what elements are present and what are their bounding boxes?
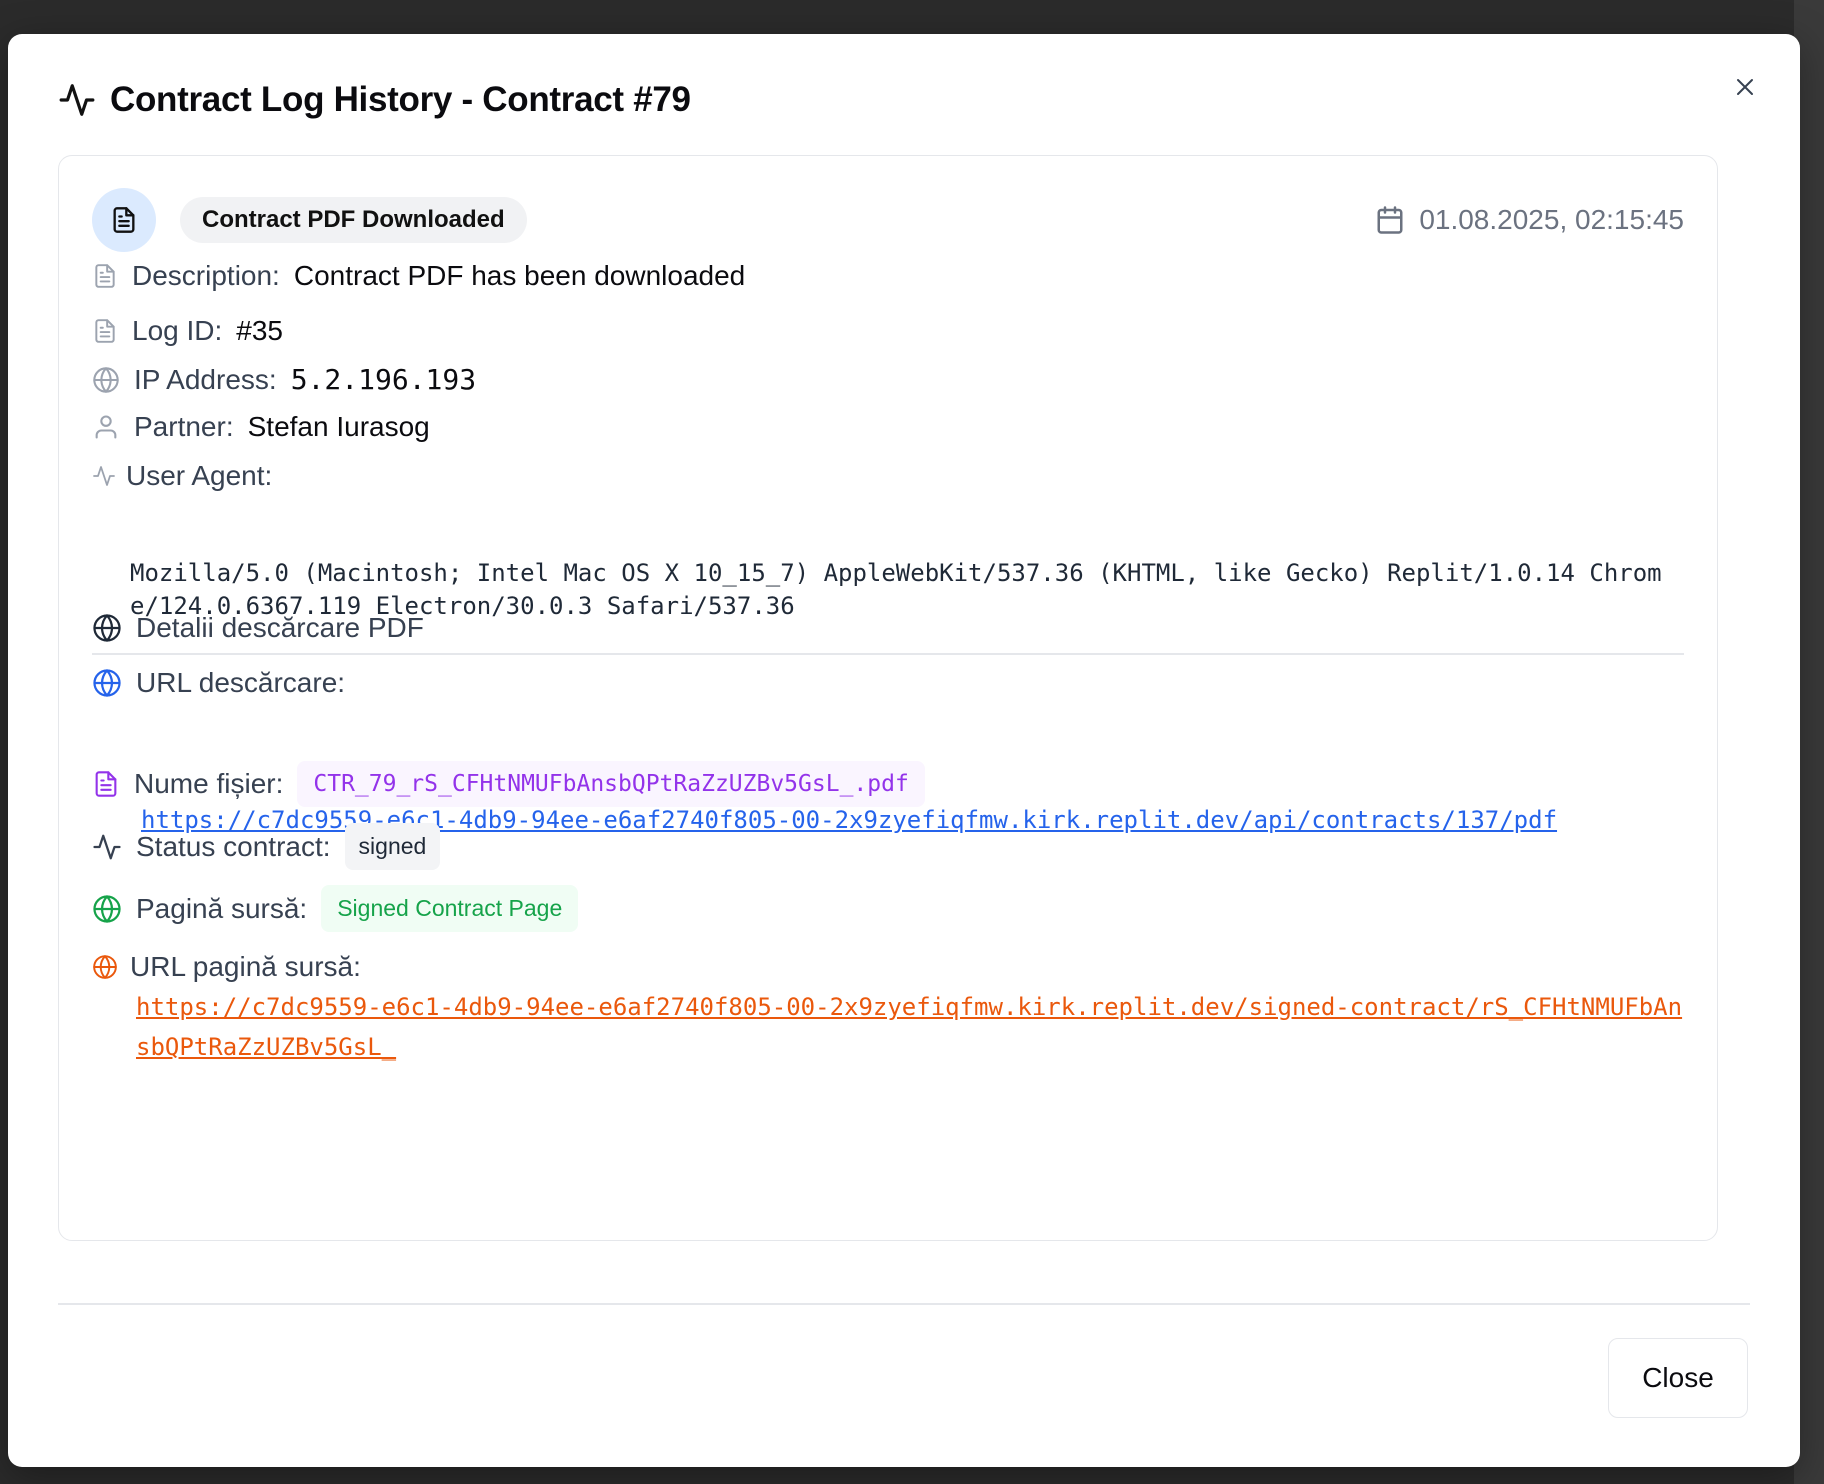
user-agent-row: User Agent: — [92, 460, 272, 492]
description-label: Description: — [132, 260, 280, 291]
event-timestamp: 01.08.2025, 02:15:45 — [1375, 204, 1684, 236]
globe-icon — [92, 366, 120, 394]
log-id-label: Log ID: — [132, 315, 223, 346]
calendar-icon — [1375, 205, 1405, 235]
source-page-badge: Signed Contract Page — [321, 885, 579, 932]
user-agent-label: User Agent: — [126, 460, 273, 491]
section-divider — [92, 653, 1684, 655]
file-text-icon — [92, 188, 156, 252]
event-date-text: 01.08.2025, 02:15:45 — [1419, 204, 1684, 235]
log-entry-card: Contract PDF Downloaded 01.08.2025, 02:1… — [58, 155, 1718, 1241]
file-text-icon — [92, 770, 120, 798]
log-entry-header: Contract PDF Downloaded 01.08.2025, 02:1… — [92, 188, 1684, 252]
download-url-label: URL descărcare: — [136, 667, 346, 698]
log-id-value: #35 — [236, 315, 283, 346]
dialog-title: Contract Log History - Contract #79 — [110, 80, 691, 119]
description-value: Contract PDF has been downloaded — [293, 260, 746, 291]
ip-address-row: IP Address: 5.2.196.193 — [92, 363, 476, 396]
globe-icon — [92, 954, 118, 980]
partner-label: Partner: — [134, 411, 234, 442]
user-icon — [92, 413, 120, 441]
status-label: Status contract: — [136, 830, 331, 862]
partner-row: Partner: Stefan Iurasog — [92, 411, 430, 443]
pdf-details-title: Detalii descărcare PDF — [136, 612, 424, 643]
ip-address-value: 5.2.196.193 — [290, 363, 477, 396]
close-icon[interactable] — [1728, 70, 1762, 104]
partner-value: Stefan Iurasog — [247, 411, 430, 442]
globe-icon — [92, 668, 122, 698]
dialog-header: Contract Log History - Contract #79 — [58, 80, 691, 120]
download-url-row: URL descărcare: — [92, 667, 345, 699]
globe-icon — [92, 894, 122, 924]
log-id-row: Log ID: #35 — [92, 315, 283, 347]
activity-icon — [92, 464, 116, 488]
footer-divider — [58, 1303, 1750, 1305]
filename-label: Nume fișier: — [134, 768, 284, 799]
activity-icon — [92, 832, 122, 862]
close-button[interactable]: Close — [1608, 1338, 1748, 1418]
status-row: Status contract: signed — [92, 823, 441, 870]
globe-icon — [92, 613, 122, 643]
source-page-label: Pagină sursă: — [136, 892, 308, 924]
description-row: Description: Contract PDF has been downl… — [92, 260, 745, 292]
event-type-badge: Contract PDF Downloaded — [180, 197, 527, 243]
activity-icon — [58, 81, 96, 119]
file-text-icon — [92, 263, 118, 289]
source-page-row: Pagină sursă: Signed Contract Page — [92, 885, 579, 932]
source-url-link[interactable]: https://c7dc9559-e6c1-4db9-94ee-e6af2740… — [136, 987, 1696, 1067]
filename-row: Nume fișier: CTR_79_rS_CFHtNMUFbAnsbQPtR… — [92, 761, 925, 807]
file-text-icon — [92, 318, 118, 344]
source-url-label: URL pagină sursă: — [130, 951, 361, 982]
ip-address-label: IP Address: — [134, 363, 277, 395]
source-url-row: URL pagină sursă: — [92, 951, 361, 983]
pdf-details-heading: Detalii descărcare PDF — [92, 612, 424, 644]
status-badge: signed — [344, 823, 441, 870]
log-history-dialog: Contract Log History - Contract #79 Cont… — [8, 34, 1800, 1467]
filename-value: CTR_79_rS_CFHtNMUFbAnsbQPtRaZzUZBv5GsL_.… — [297, 761, 925, 807]
